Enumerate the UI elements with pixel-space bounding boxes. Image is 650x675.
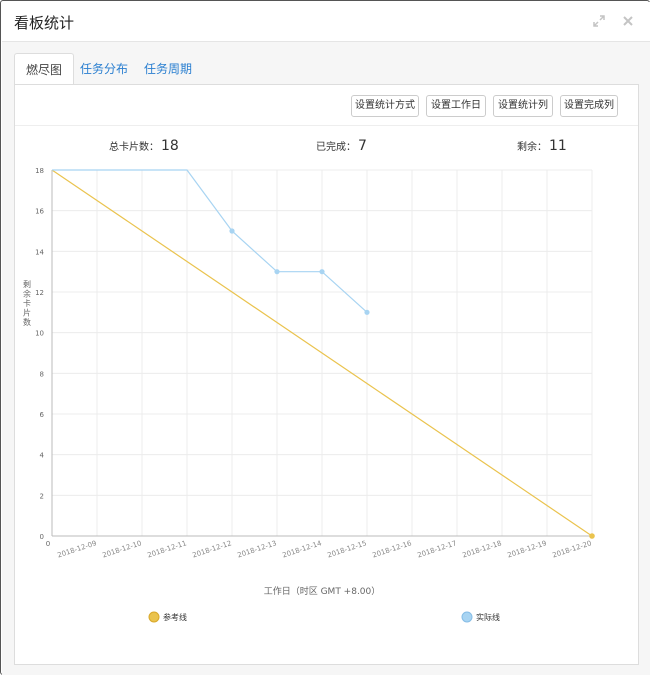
x-tick-label: 2018-12-20 (551, 539, 592, 559)
x-tick-label: 2018-12-15 (326, 539, 367, 559)
y-tick-label: 12 (35, 289, 44, 297)
x-tick-label: 2018-12-17 (416, 539, 457, 559)
y-tick-label: 4 (40, 452, 45, 460)
y-tick-label: 6 (40, 411, 45, 419)
y-tick-label: 2 (40, 492, 44, 500)
legend-reference-swatch (148, 611, 160, 623)
x-tick-label: 2018-12-14 (281, 539, 323, 559)
y-tick-label: 10 (35, 330, 44, 338)
y-tick-label: 16 (35, 208, 44, 216)
x-tick-label: 2018-12-16 (371, 539, 413, 559)
y-axis-label-char: 剩 (23, 279, 31, 289)
y-tick-label: 0 (40, 533, 44, 541)
actual-line (52, 169, 368, 313)
x-tick-label: 2018-12-19 (506, 539, 547, 559)
actual-point (274, 269, 280, 275)
x-tick-label: 2018-12-10 (101, 539, 142, 559)
x-tick-label: 2018-12-11 (146, 539, 187, 559)
y-axis-label-char: 卡 (23, 298, 31, 308)
reference-point (589, 533, 595, 539)
x-tick-label: 2018-12-13 (236, 539, 277, 559)
legend-reference-label: 参考线 (163, 612, 187, 622)
y-tick-label: 14 (35, 248, 44, 256)
actual-point (364, 309, 370, 315)
y-tick-label: 18 (35, 167, 44, 175)
burndown-chart: 0246810121416180 2018-12-09 2018-12-10 2018… (23, 167, 595, 623)
x-axis-label: 工作日（时区 GMT +8.00） (264, 585, 381, 597)
x-tick-label: 2018-12-09 (56, 539, 97, 559)
y-axis-label-char: 片 (23, 308, 31, 318)
actual-point (229, 228, 235, 234)
legend-actual-label: 实际线 (476, 612, 500, 622)
y-axis-label-char: 余 (23, 289, 31, 299)
y-axis-label-char: 数 (23, 317, 31, 327)
x-tick-label: 2018-12-18 (461, 539, 502, 559)
x-tick-label: 2018-12-12 (191, 539, 232, 559)
legend-actual-swatch (461, 611, 473, 623)
actual-point (319, 269, 325, 275)
y-tick-label: 8 (40, 370, 44, 378)
x-origin-label: 0 (46, 540, 50, 548)
